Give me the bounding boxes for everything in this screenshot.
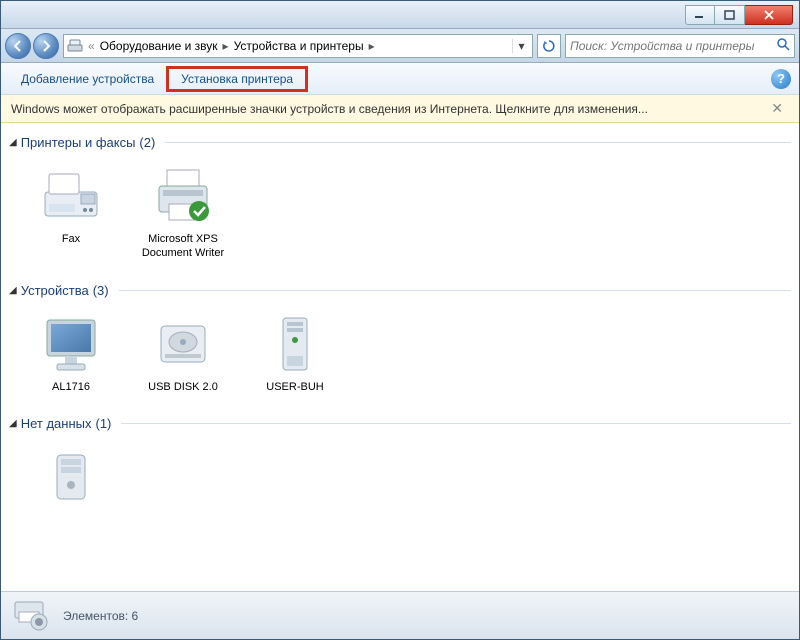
info-text: Windows может отображать расширенные зна… xyxy=(11,102,648,116)
item-label: Microsoft XPS Document Writer xyxy=(137,232,229,261)
item-label: Fax xyxy=(62,232,80,246)
group-devices: ◢ Устройства (3) AL xyxy=(7,279,793,398)
item-xps-writer[interactable]: Microsoft XPS Document Writer xyxy=(133,160,233,265)
chevron-right-icon: ▸ xyxy=(223,39,229,53)
group-header-nodata[interactable]: ◢ Нет данных (1) xyxy=(7,412,793,435)
explorer-window: « Оборудование и звук ▸ Устройства и при… xyxy=(0,0,800,640)
toolbar: Добавление устройства Установка принтера… xyxy=(1,63,799,95)
search-icon xyxy=(776,37,790,54)
item-unknown[interactable] xyxy=(21,441,121,517)
group-header-printers[interactable]: ◢ Принтеры и факсы (2) xyxy=(7,131,793,154)
hdd-icon xyxy=(147,312,219,376)
search-box[interactable] xyxy=(565,34,795,58)
item-label: USER-BUH xyxy=(266,380,323,394)
chevron-right-icon: ▸ xyxy=(369,39,375,53)
install-printer-button[interactable]: Установка принтера xyxy=(166,66,308,92)
item-fax[interactable]: Fax xyxy=(21,160,121,265)
help-button[interactable]: ? xyxy=(771,69,791,89)
group-divider xyxy=(165,142,791,143)
close-button[interactable] xyxy=(745,5,793,25)
address-dropdown[interactable]: ▾ xyxy=(512,39,530,53)
content-area: ◢ Принтеры и факсы (2) xyxy=(1,123,799,591)
item-usbdisk[interactable]: USB DISK 2.0 xyxy=(133,308,233,398)
status-text: Элементов: 6 xyxy=(63,609,138,623)
item-computer[interactable]: USER-BUH xyxy=(245,308,345,398)
group-count: (1) xyxy=(95,416,111,431)
item-monitor[interactable]: AL1716 xyxy=(21,308,121,398)
breadcrumb-prefix: « xyxy=(88,39,95,53)
group-title: Принтеры и факсы xyxy=(21,135,136,150)
devices-icon xyxy=(66,37,84,55)
caret-down-icon: ◢ xyxy=(9,418,17,429)
back-button[interactable] xyxy=(5,33,31,59)
group-divider xyxy=(119,290,791,291)
monitor-icon xyxy=(35,312,107,376)
title-bar xyxy=(1,1,799,29)
unknown-device-icon xyxy=(35,445,107,509)
group-divider xyxy=(121,423,791,424)
info-bar[interactable]: Windows может отображать расширенные зна… xyxy=(1,95,799,123)
nav-arrows xyxy=(5,33,59,59)
group-title: Устройства xyxy=(21,283,89,298)
group-title: Нет данных xyxy=(21,416,92,431)
nav-bar: « Оборудование и звук ▸ Устройства и при… xyxy=(1,29,799,63)
items-row xyxy=(7,435,793,517)
group-nodata: ◢ Нет данных (1) xyxy=(7,412,793,517)
breadcrumb-devices[interactable]: Устройства и принтеры xyxy=(231,37,367,55)
window-buttons xyxy=(685,5,793,25)
item-label: AL1716 xyxy=(52,380,90,394)
forward-button[interactable] xyxy=(33,33,59,59)
address-bar[interactable]: « Оборудование и звук ▸ Устройства и при… xyxy=(63,34,533,58)
group-count: (2) xyxy=(139,135,155,150)
maximize-button[interactable] xyxy=(715,5,745,25)
refresh-button[interactable] xyxy=(537,34,561,58)
caret-down-icon: ◢ xyxy=(9,137,17,148)
group-printers: ◢ Принтеры и факсы (2) xyxy=(7,131,793,265)
item-label: USB DISK 2.0 xyxy=(148,380,218,394)
info-close-button[interactable]: ✕ xyxy=(765,98,789,119)
breadcrumb: Оборудование и звук ▸ Устройства и принт… xyxy=(97,37,375,55)
search-input[interactable] xyxy=(570,39,776,53)
minimize-button[interactable] xyxy=(685,5,715,25)
add-device-button[interactable]: Добавление устройства xyxy=(9,66,166,92)
group-count: (3) xyxy=(93,283,109,298)
status-bar: Элементов: 6 xyxy=(1,591,799,639)
printer-icon xyxy=(147,164,219,228)
items-row: Fax Microsoft XPS Document Writer xyxy=(7,154,793,265)
computer-tower-icon xyxy=(259,312,331,376)
fax-icon xyxy=(35,164,107,228)
group-header-devices[interactable]: ◢ Устройства (3) xyxy=(7,279,793,302)
status-devices-icon xyxy=(11,598,53,634)
items-row: AL1716 USB DISK 2.0 xyxy=(7,302,793,398)
breadcrumb-hardware[interactable]: Оборудование и звук xyxy=(97,37,221,55)
caret-down-icon: ◢ xyxy=(9,285,17,296)
